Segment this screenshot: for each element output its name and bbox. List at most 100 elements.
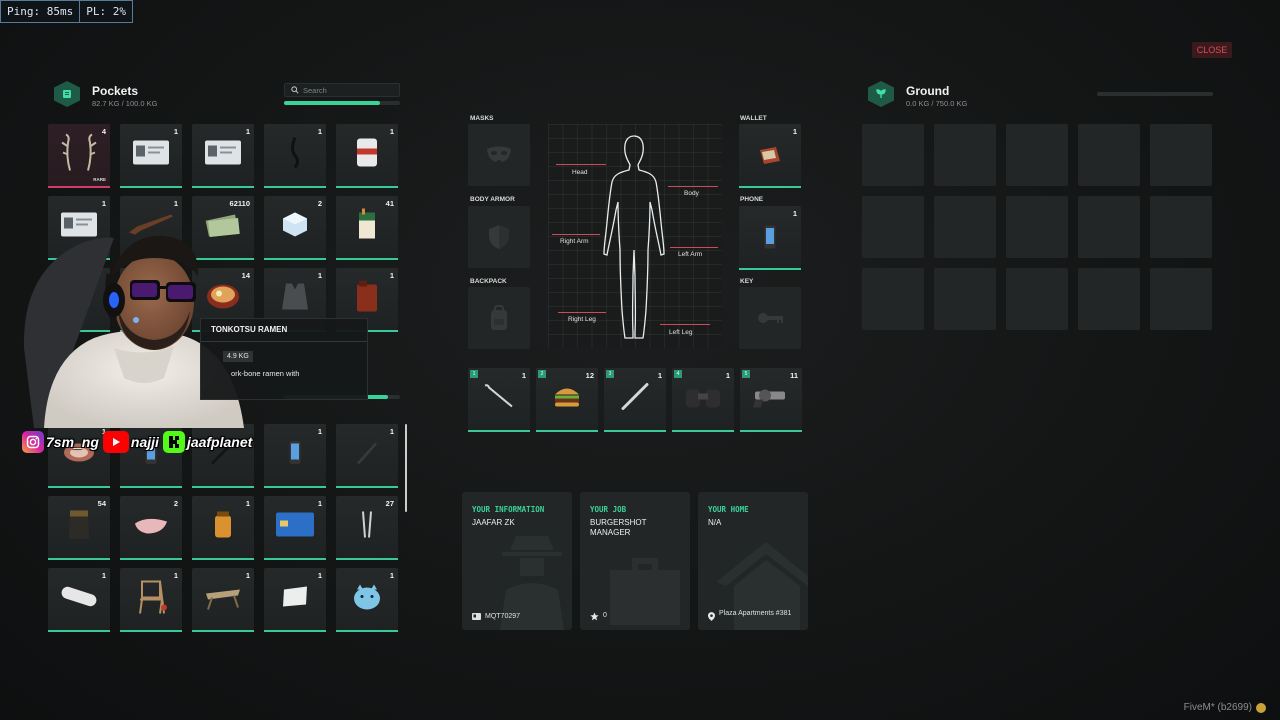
hotbar-slot[interactable]: 2 12 [536, 368, 598, 432]
tooltip-description: ork-bone ramen with [231, 369, 300, 378]
phone-slot[interactable]: 1 [739, 206, 801, 270]
pocket-slot[interactable]: 1 [192, 568, 254, 632]
slot-underline [192, 186, 254, 188]
ground-slot[interactable] [1006, 196, 1068, 258]
item-tooltip: TONKOTSU RAMEN 4.9 KG ork-bone ramen wit… [200, 318, 368, 400]
pocket-slot[interactable]: 1 [336, 424, 398, 488]
ground-title: Ground [906, 84, 950, 98]
hotbar-slot-number: 4 [674, 370, 682, 378]
wallet-quantity: 1 [792, 127, 797, 136]
knife-icon [352, 438, 382, 473]
slot-underline [604, 430, 666, 432]
ground-slot[interactable] [862, 124, 924, 186]
pockets-weight-bar [284, 101, 400, 105]
slot-underline [192, 486, 254, 488]
towel-icon [133, 514, 169, 541]
pockets-scrollbar[interactable] [405, 424, 407, 512]
ground-slot[interactable] [1006, 124, 1068, 186]
slot-underline [536, 430, 598, 432]
ground-header: Ground 0.0 KG / 750.0 KG [906, 84, 967, 108]
pocket-slot[interactable]: 1 [120, 124, 182, 188]
binoculars-icon [684, 384, 722, 415]
ground-slot[interactable] [1006, 268, 1068, 330]
body-leader-line [668, 186, 718, 187]
phone-underline [739, 268, 801, 270]
hotbar-slot[interactable]: 11 [468, 368, 530, 432]
pocket-slot[interactable]: 1 [192, 496, 254, 560]
search-input[interactable] [303, 85, 393, 95]
search-field[interactable] [284, 83, 400, 97]
pocket-slot[interactable]: 41 [336, 196, 398, 260]
ping-readout: Ping: 85ms [7, 5, 74, 18]
crowbar-icon [482, 383, 516, 416]
jerrycan-icon [355, 280, 379, 318]
body-armor-slot[interactable] [468, 206, 530, 268]
paper-icon [281, 586, 309, 613]
slot-quantity: 1 [173, 199, 178, 208]
slot-quantity: 1 [317, 127, 322, 136]
pocket-slot[interactable]: 1 [264, 568, 326, 632]
close-button[interactable]: CLOSE [1192, 42, 1232, 58]
slot-quantity: 62110 [229, 199, 250, 208]
ground-slot[interactable] [1150, 196, 1212, 258]
ground-slot[interactable] [862, 196, 924, 258]
table-icon [204, 582, 242, 617]
pocket-slot[interactable]: 1 [48, 568, 110, 632]
star-icon [590, 612, 599, 621]
ground-slot[interactable] [1150, 268, 1212, 330]
id-card-icon [205, 140, 241, 170]
plush-icon [352, 582, 382, 617]
info-footer: MQT70297 [472, 613, 520, 621]
ground-slot[interactable] [1078, 124, 1140, 186]
ground-slot[interactable] [1078, 268, 1140, 330]
pocket-slot[interactable]: 4 RARE [48, 124, 110, 188]
info-title: YOUR INFORMATION [472, 505, 545, 514]
pocket-slot[interactable]: 1 [264, 124, 326, 188]
wallet-slot[interactable]: 1 [739, 124, 801, 188]
ground-slot[interactable] [934, 268, 996, 330]
cable-icon [288, 136, 302, 175]
slot-quantity: 1 [317, 271, 322, 280]
pocket-slot[interactable]: 27 [336, 496, 398, 560]
right-arm-leader-line [552, 234, 600, 235]
location-pin-icon [708, 612, 715, 621]
ground-slot[interactable] [862, 268, 924, 330]
ground-slot[interactable] [934, 124, 996, 186]
pocket-slot[interactable]: 1 [264, 424, 326, 488]
pocket-slot[interactable]: 1 [192, 124, 254, 188]
hotbar-slot-number: 1 [470, 370, 478, 378]
ground-slot[interactable] [1150, 124, 1212, 186]
hotbar-slot[interactable]: 5 11 [740, 368, 802, 432]
slot-underline [336, 558, 398, 560]
slot-underline [120, 558, 182, 560]
slot-quantity: 1 [245, 127, 250, 136]
pocket-slot[interactable]: 1 [120, 568, 182, 632]
masks-slot[interactable] [468, 124, 530, 186]
fivem-build-text: FiveM* (b2699) [1183, 702, 1252, 713]
instagram-icon [22, 431, 44, 453]
backpack-slot[interactable] [468, 287, 530, 349]
home-value: N/A [708, 518, 722, 527]
pocket-slot[interactable]: 1 [336, 568, 398, 632]
pockets-weight-fill [284, 101, 380, 105]
slot-underline [468, 430, 530, 432]
slot-underline [192, 558, 254, 560]
kick-handle: jaafplanet [186, 434, 253, 450]
pocket-slot[interactable]: 2 [120, 496, 182, 560]
pocket-slot[interactable]: 2 [264, 196, 326, 260]
slot-underline [120, 630, 182, 632]
hotbar-slot[interactable]: 41 [672, 368, 734, 432]
slot-underline [336, 486, 398, 488]
tooltip-separator [201, 341, 367, 342]
right-leg-label: Right Leg [568, 316, 596, 323]
slot-quantity: 12 [585, 371, 594, 380]
pocket-slot[interactable]: 1 [264, 496, 326, 560]
pocket-slot[interactable]: 1 [336, 124, 398, 188]
hotbar-slot[interactable]: 31 [604, 368, 666, 432]
key-slot[interactable] [739, 287, 801, 349]
ground-slot[interactable] [1078, 196, 1140, 258]
ground-slot[interactable] [934, 196, 996, 258]
pocket-slot[interactable]: 54 [48, 496, 110, 560]
kick-icon [162, 431, 185, 453]
chair-icon [134, 578, 168, 621]
